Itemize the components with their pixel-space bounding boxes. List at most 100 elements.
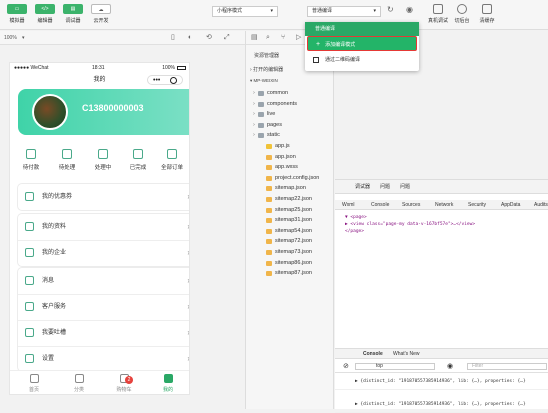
file-item[interactable]: sitemap87.json [246, 268, 335, 279]
debugger-button[interactable]: ▤ 调试器 [60, 4, 86, 24]
folder-item[interactable]: › components [246, 99, 335, 110]
debug-icon[interactable]: ▷ [296, 31, 301, 45]
cloud-icon: ☁ [91, 4, 111, 14]
tab-security[interactable]: Security [468, 200, 486, 210]
order-completed[interactable]: 已完成 [121, 149, 155, 171]
dropdown-header[interactable]: 普通编译 [305, 22, 419, 36]
clear-console-icon[interactable]: ⊘ [343, 360, 349, 373]
files-icon[interactable]: ▤ [251, 31, 258, 45]
tab-network[interactable]: Network [435, 200, 453, 210]
tab-whats-new[interactable]: What's New [393, 349, 420, 360]
context-select[interactable]: top [355, 363, 435, 370]
project-header[interactable]: ▾ MP-WEIXIN [250, 78, 278, 84]
remote-debug-icon [433, 4, 443, 14]
profile-icon [25, 222, 34, 231]
tab-sources[interactable]: Sources [402, 200, 420, 210]
close-mini-icon[interactable] [170, 77, 177, 84]
console-log-line[interactable]: ▶ {distinct_id: "191870557385914936", li… [335, 374, 548, 390]
tab-debugger[interactable]: 调试器 [355, 180, 370, 194]
chevron-right-icon: › [253, 132, 255, 139]
chevron-down-icon: ▾ [373, 8, 376, 14]
tab-console[interactable]: Console [371, 200, 389, 210]
folder-item[interactable]: › pages [246, 120, 335, 131]
chevron-right-icon: › [253, 121, 255, 128]
simulator-button[interactable]: ▭ 模拟器 [4, 4, 30, 24]
order-all[interactable]: 全部订单 [155, 149, 189, 171]
preview-eye-icon[interactable]: ◉ [406, 5, 413, 14]
file-icon [266, 260, 272, 266]
device-icon[interactable]: ▯ [171, 31, 175, 45]
tab-wxml[interactable]: Wxml [342, 200, 355, 210]
folder-icon [258, 133, 264, 139]
folder-item[interactable]: › live [246, 109, 335, 120]
tab-mine[interactable]: 我的 [153, 374, 183, 393]
wxml-line[interactable]: ▶ <view class="page-my data-v-167bf57e">… [345, 221, 548, 228]
tab-console-drawer[interactable]: Console [363, 349, 383, 360]
file-item[interactable]: app.js [246, 141, 335, 152]
file-icon [266, 175, 272, 181]
qr-compile-item[interactable]: 通过二维码编译 [305, 52, 419, 68]
tab-cart[interactable]: 购物车 2 [109, 374, 139, 393]
phone-simulator: ●●●●● WeChat 18:31 100% 我的 ••• C13800000… [9, 62, 190, 395]
zoom-select[interactable]: 100% [4, 31, 17, 45]
tab-audits[interactable]: Audits [534, 200, 548, 210]
order-pending[interactable]: 待处理 [50, 149, 84, 171]
file-item[interactable]: sitemap72.json [246, 236, 335, 247]
menu-item-company[interactable]: 我的企业 › [18, 240, 189, 266]
menu-item-service[interactable]: 客户服务 › [18, 294, 189, 320]
sound-icon[interactable]: ◐ [188, 31, 192, 45]
order-status-row: 待付款 待处理 处理中 已完成 全部订单 [10, 143, 189, 187]
eye-icon[interactable]: ◉ [447, 360, 453, 373]
cloud-dev-button[interactable]: ☁ 云开发 [88, 4, 114, 24]
background-button[interactable]: 切后台 [451, 4, 473, 24]
tab-home[interactable]: 首页 [19, 374, 49, 393]
fullscreen-icon[interactable]: ⤢ [224, 31, 230, 45]
file-item[interactable]: sitemap22.json [246, 194, 335, 205]
git-icon[interactable]: ⑂ [281, 31, 285, 45]
tab-issues[interactable]: 问题 [380, 180, 390, 194]
wallet-icon [26, 149, 36, 159]
file-item[interactable]: sitemap73.json [246, 247, 335, 258]
wxml-line[interactable]: </page> [345, 228, 548, 235]
order-processing[interactable]: 处理中 [86, 149, 120, 171]
editor-button[interactable]: </> 编辑器 [32, 4, 58, 24]
open-editors-header[interactable]: › 打开的编辑器 [250, 66, 283, 73]
remote-debug-button[interactable]: 真机调试 [427, 4, 449, 24]
mode-select[interactable]: 小程序模式 ▾ [212, 6, 278, 17]
menu-item-settings[interactable]: 设置 › [18, 346, 189, 372]
clear-cache-button[interactable]: 清缓存 [476, 4, 498, 24]
capsule-menu[interactable]: ••• [147, 75, 183, 85]
refresh-icon[interactable]: ↻ [387, 5, 394, 14]
menu-item-feedback[interactable]: 我要吐槽 › [18, 320, 189, 346]
file-item[interactable]: sitemap86.json [246, 258, 335, 269]
menu-item-coupons[interactable]: 我的优惠券 › [18, 184, 189, 210]
console-filter-input[interactable]: Filter [467, 363, 547, 370]
more-icon[interactable]: ••• [153, 76, 160, 85]
file-item[interactable]: sitemap54.json [246, 226, 335, 237]
menu-item-messages[interactable]: 消息 › [18, 268, 189, 294]
wxml-tree[interactable]: ▼ <page> ▶ <view class="page-my data-v-1… [335, 211, 548, 351]
order-pending-payment[interactable]: 待付款 [14, 149, 48, 171]
file-item[interactable]: app.json [246, 152, 335, 163]
wxml-line[interactable]: ▼ <page> [345, 214, 548, 221]
file-item[interactable]: sitemap.json [246, 183, 335, 194]
folder-item[interactable]: › common [246, 88, 335, 99]
avatar[interactable] [32, 94, 68, 130]
file-name: sitemap.json [275, 185, 306, 192]
menu-item-profile[interactable]: 我的资料 › [18, 214, 189, 240]
tab-issues-2[interactable]: 问题 [400, 180, 410, 194]
folder-item[interactable]: › static [246, 130, 335, 141]
file-item[interactable]: sitemap31.json [246, 215, 335, 226]
file-item[interactable]: app.wxss [246, 162, 335, 173]
folder-icon [258, 101, 264, 107]
file-item[interactable]: sitemap25.json [246, 205, 335, 216]
rotate-icon[interactable]: ⟲ [206, 31, 212, 45]
file-item[interactable]: project.config.json [246, 173, 335, 184]
simulator-scrollbar[interactable] [191, 62, 195, 395]
add-compile-mode-button[interactable]: + 添加编译模式 [307, 36, 417, 51]
search-icon[interactable]: ⌕ [266, 31, 270, 45]
compile-select[interactable]: 普通编译 ▾ [307, 6, 381, 17]
tab-category[interactable]: 分类 [64, 374, 94, 393]
console-log-line[interactable]: ▶ {distinct_id: "191870557385914936", li… [335, 397, 548, 413]
tab-appdata[interactable]: AppData [501, 200, 520, 210]
